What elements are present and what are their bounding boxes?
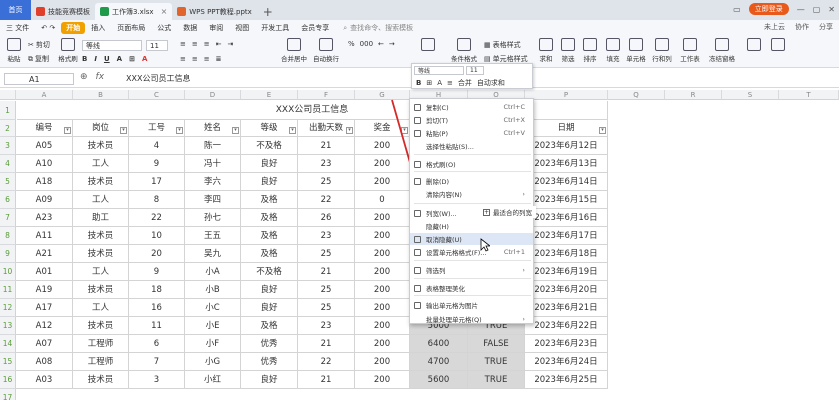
menu-item-icon [414,178,421,185]
menu-separator [414,295,531,296]
menu-item-icon [414,210,421,217]
menu-item-icon [414,236,421,243]
menu-item-icon [414,285,421,292]
mouse-cursor-icon [480,238,490,252]
menu-separator [414,203,531,204]
context-menu-item[interactable]: 清除内容(N) › [410,188,533,200]
mini-font-select[interactable]: 等线 [414,66,464,75]
menu-item-icon [414,302,421,309]
mini-toolbar: 等线 11 B ⊞ A ≡ 合并 自动求和 [411,63,533,89]
context-menu-item[interactable]: 取消隐藏(U) [410,233,533,245]
context-menu-item[interactable]: 隐藏(H) [410,220,533,232]
menu-separator [414,260,531,261]
menu-item-icon [414,130,421,137]
context-menu-item[interactable]: 表格整理美化 [410,282,533,294]
plus-box-icon: + [483,208,490,216]
menu-separator [414,154,531,155]
menu-separator [414,278,531,279]
menu-separator [414,171,531,172]
spreadsheet-app: 首页 技能竞赛模板 工作簿3.xlsx × WPS PPT教程.pptx + ▭ … [0,0,839,400]
context-menu-item[interactable]: 批量处理单元格(Q) › [410,313,533,325]
context-menu-item[interactable]: 复制(C) Ctrl+C [410,101,533,113]
context-menu-item[interactable]: 选择性粘贴(S)... [410,140,533,152]
menu-item-icon [414,267,421,274]
context-menu-item[interactable]: 删除(D) [410,175,533,187]
menu-item-icon [414,249,421,256]
best-width-option[interactable]: + 最适合的列宽 [481,206,536,218]
context-menu-item[interactable]: 筛选列 › [410,264,533,276]
context-menu-item[interactable]: 设置单元格格式(F)... Ctrl+1 [410,246,533,258]
menu-item-icon [414,117,421,124]
menu-item-icon [414,161,421,168]
mini-size-select[interactable]: 11 [466,66,484,75]
context-menu-item[interactable]: 剪切(T) Ctrl+X [410,114,533,126]
context-menu-item[interactable]: 输出单元格为图片 [410,299,533,311]
menu-item-icon [414,104,421,111]
context-menu-item[interactable]: 格式刷(O) [410,158,533,170]
mini-format-row[interactable]: B ⊞ A ≡ 合并 自动求和 [416,78,505,88]
context-menu-item[interactable]: 粘贴(P) Ctrl+V [410,127,533,139]
